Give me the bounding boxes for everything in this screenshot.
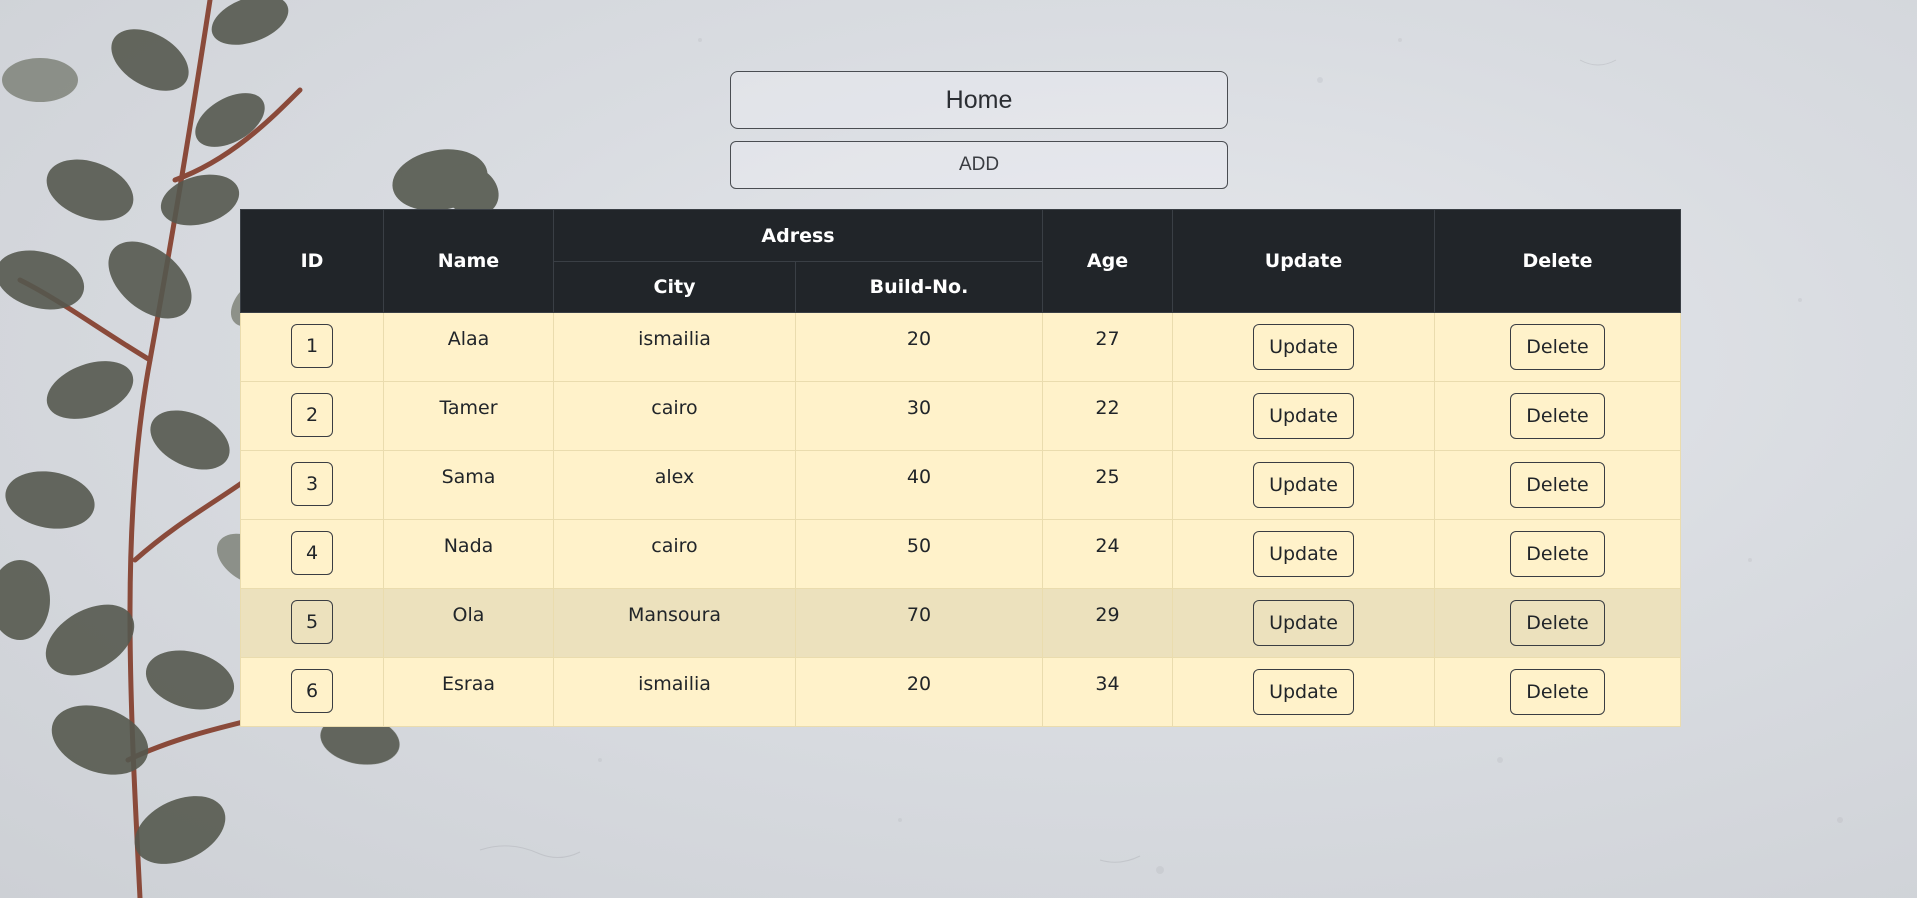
table-row: 4 Nada cairo 50 24 Update Delete xyxy=(240,519,1681,589)
add-button[interactable]: ADD xyxy=(730,141,1228,189)
update-button[interactable]: Update xyxy=(1253,462,1354,508)
delete-button[interactable]: Delete xyxy=(1510,600,1605,646)
row-age: 24 xyxy=(1095,535,1120,557)
table-row: 1 Alaa ismailia 20 27 Update Delete xyxy=(240,312,1681,382)
table-row: 2 Tamer cairo 30 22 Update Delete xyxy=(240,381,1681,451)
update-button[interactable]: Update xyxy=(1253,600,1354,646)
table-row: 6 Esraa ismailia 20 34 Update Delete xyxy=(240,657,1681,727)
row-name: Ola xyxy=(452,604,485,626)
row-age: 27 xyxy=(1095,328,1120,350)
row-name: Alaa xyxy=(447,328,490,350)
row-name: Esraa xyxy=(441,673,495,695)
row-id: 4 xyxy=(291,531,333,575)
row-age: 22 xyxy=(1095,397,1120,419)
header-id: ID xyxy=(240,209,384,313)
row-name: Nada xyxy=(443,535,494,557)
table-row: 5 Ola Mansoura 70 29 Update Delete xyxy=(240,588,1681,658)
row-id: 3 xyxy=(291,462,333,506)
header-age: Age xyxy=(1042,209,1173,313)
row-build-no: 20 xyxy=(906,328,932,350)
update-button[interactable]: Update xyxy=(1253,324,1354,370)
row-city: alex xyxy=(654,466,695,488)
users-table: ID Name Adress Age Update Delete City Bu… xyxy=(240,209,1681,727)
row-name: Sama xyxy=(441,466,496,488)
delete-button[interactable]: Delete xyxy=(1510,531,1605,577)
delete-button[interactable]: Delete xyxy=(1510,393,1605,439)
row-build-no: 20 xyxy=(906,673,932,695)
row-city: cairo xyxy=(651,397,698,419)
delete-button[interactable]: Delete xyxy=(1510,669,1605,715)
table-row: 3 Sama alex 40 25 Update Delete xyxy=(240,450,1681,520)
row-build-no: 30 xyxy=(906,397,932,419)
row-build-no: 70 xyxy=(906,604,932,626)
row-age: 25 xyxy=(1095,466,1120,488)
delete-button[interactable]: Delete xyxy=(1510,324,1605,370)
row-id: 1 xyxy=(291,324,333,368)
row-city: cairo xyxy=(651,535,698,557)
row-build-no: 40 xyxy=(906,466,932,488)
header-delete: Delete xyxy=(1434,209,1681,313)
row-name: Tamer xyxy=(439,397,498,419)
header-city: City xyxy=(553,261,796,313)
row-city: ismailia xyxy=(638,673,711,695)
row-city: ismailia xyxy=(638,328,711,350)
delete-button[interactable]: Delete xyxy=(1510,462,1605,508)
row-id: 5 xyxy=(291,600,333,644)
row-age: 29 xyxy=(1095,604,1120,626)
update-button[interactable]: Update xyxy=(1253,531,1354,577)
row-id: 2 xyxy=(291,393,333,437)
row-id: 6 xyxy=(291,669,333,713)
row-city: Mansoura xyxy=(627,604,722,626)
update-button[interactable]: Update xyxy=(1253,393,1354,439)
header-address: Adress xyxy=(553,209,1043,262)
header-build-no: Build-No. xyxy=(795,261,1043,313)
header-name: Name xyxy=(383,209,554,313)
row-build-no: 50 xyxy=(906,535,932,557)
row-age: 34 xyxy=(1095,673,1120,695)
header-update: Update xyxy=(1172,209,1435,313)
update-button[interactable]: Update xyxy=(1253,669,1354,715)
home-button[interactable]: Home xyxy=(730,71,1228,129)
